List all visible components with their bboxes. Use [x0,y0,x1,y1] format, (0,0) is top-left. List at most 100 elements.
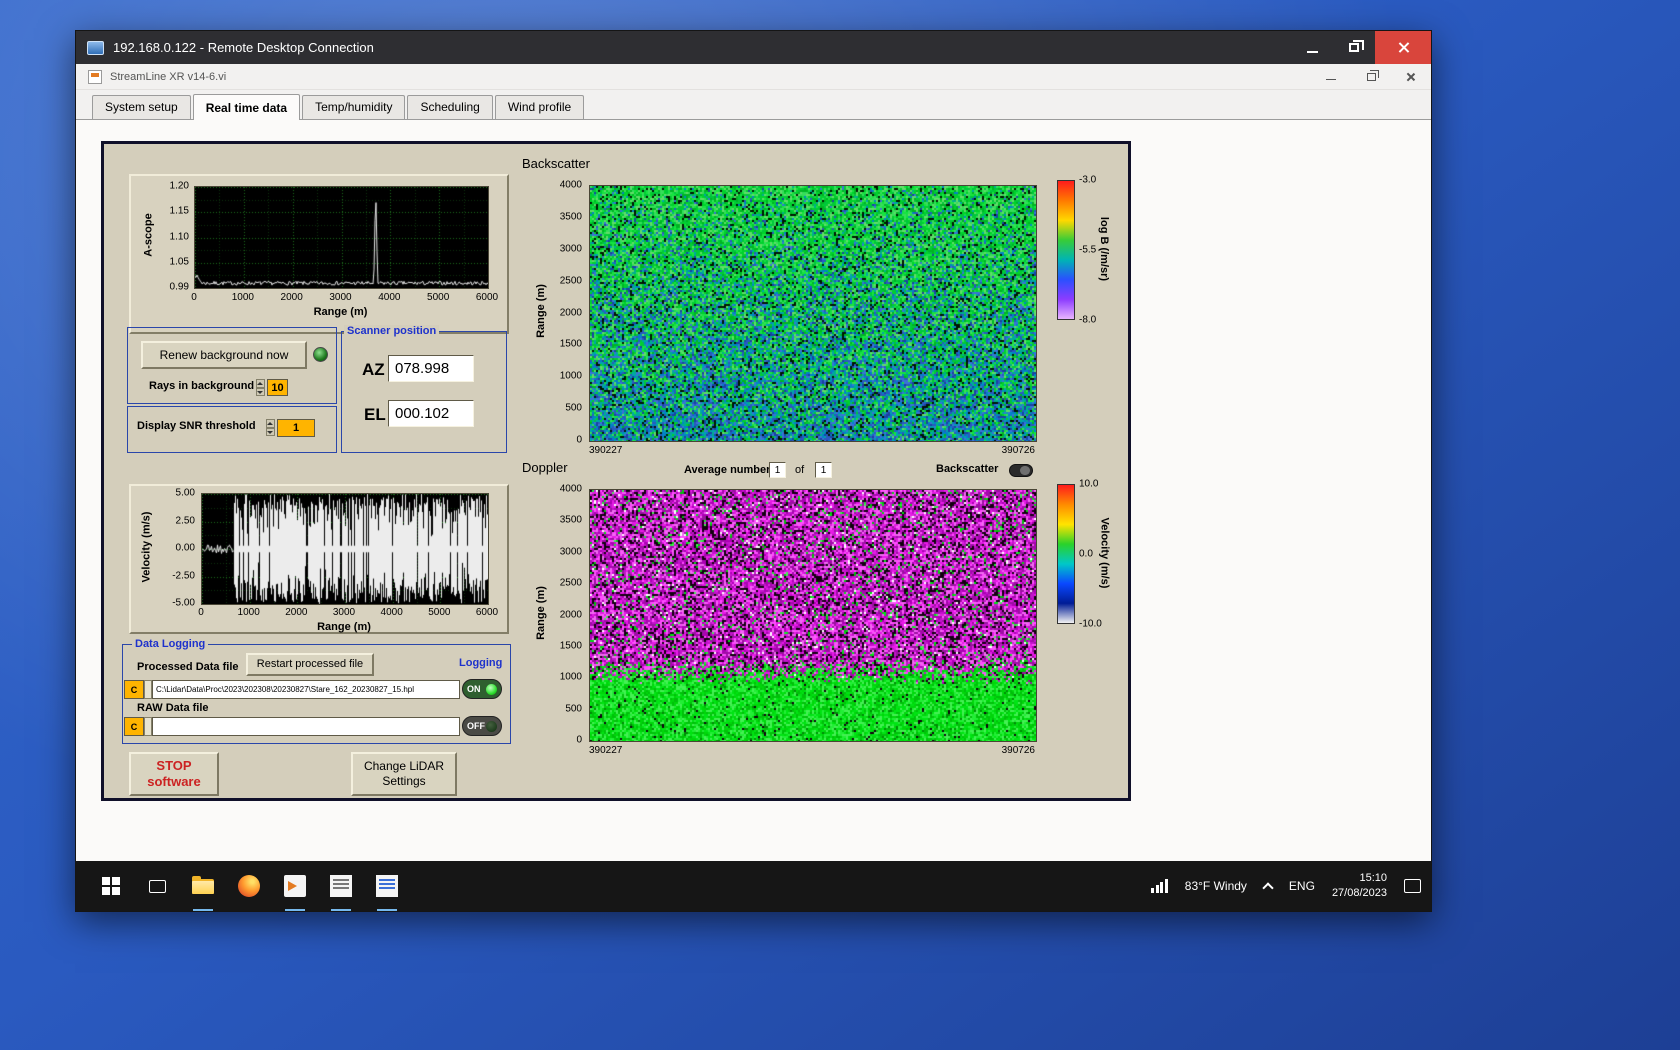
rays-in-background-label: Rays in background [149,380,255,392]
system-tray: 83°F Windy ENG 15:10 27/08/2023 [1151,861,1421,911]
logging-label: Logging [459,657,503,669]
tab-real-time-data[interactable]: Real time data [192,94,301,120]
rdp-restore-button[interactable] [1333,31,1375,64]
backscatter-toggle-switch[interactable] [1009,464,1033,477]
tab-strip: System setup Real time data Temp/humidit… [76,90,1431,120]
app-restore-button[interactable] [1351,64,1391,89]
app-minimize-button[interactable] [1311,64,1351,89]
doppler-colorbar-label: Velocity (m/s) [1098,517,1111,589]
doppler-ylabel: Range (m) [534,586,547,640]
restart-processed-file-label: Restart processed file [256,657,364,670]
average-number-label: Average number [684,464,771,476]
velocity-xlabel: Range (m) [317,621,371,633]
average-of-label: of [795,464,805,476]
a-scope-plot [194,186,489,289]
windows-logo-icon [102,877,120,895]
start-button[interactable] [88,861,134,911]
velocity-ylabel: Velocity (m/s) [140,511,153,583]
raw-path-field[interactable] [152,717,460,736]
scanner-position-title: Scanner position [344,325,440,337]
rdp-window: 192.168.0.122 - Remote Desktop Connectio… [75,30,1432,912]
doppler-title: Doppler [522,460,568,475]
change-line2: Settings [382,774,426,788]
app-close-button[interactable] [1391,64,1431,89]
tab-temp-humidity[interactable]: Temp/humidity [302,95,406,119]
language-indicator[interactable]: ENG [1289,879,1315,893]
folder-icon [192,875,214,894]
app-titlebar[interactable]: StreamLine XR v14-6.vi [76,64,1431,90]
backscatter-x-end: 390726 [1001,445,1035,456]
stop-software-button[interactable]: STOP software [129,752,219,796]
processed-path-field[interactable]: C:\Lidar\Data\Proc\2023\202308\20230827\… [152,680,460,699]
snr-spinner[interactable] [266,419,275,436]
velocity-graph: Velocity (m/s) 5.00 2.50 0.00 -2.50 -5.00 01… [129,484,509,634]
close-icon [1406,72,1416,82]
backscatter-x-start: 390227 [589,445,623,456]
clock-date: 27/08/2023 [1331,887,1387,899]
backscatter-ylabel: Range (m) [534,284,547,338]
processed-drive-selector[interactable]: C [124,680,144,699]
processed-logging-toggle[interactable]: ON [462,679,502,699]
doppler-x-end: 390726 [1001,745,1035,756]
raw-path-spinner[interactable] [144,717,152,736]
a-scope-graph: A-scope 1.20 1.15 1.10 1.05 0.99 0 1000 2000 30… [129,174,509,334]
snr-value-field[interactable]: 1 [277,419,315,437]
minimize-icon [1306,50,1318,53]
clock[interactable]: 15:10 27/08/2023 [1332,871,1387,901]
average-number-field[interactable]: 1 [769,462,786,478]
a-scope-xtick-labels: 0 1000 2000 3000 4000 5000 6000 [191,292,499,303]
rdp-titlebar[interactable]: 192.168.0.122 - Remote Desktop Connectio… [76,31,1431,64]
rays-value-field[interactable]: 10 [267,379,288,396]
backscatter-title: Backscatter [522,156,590,171]
scan-scheduler-button[interactable] [318,861,364,911]
el-label: EL [364,405,386,424]
average-total-field[interactable]: 1 [815,462,832,478]
velocity-ytick-labels: 5.00 2.50 0.00 -2.50 -5.00 [172,487,195,609]
app-client-area: A-scope 1.20 1.15 1.10 1.05 0.99 0 1000 2000 30… [76,120,1431,861]
weather-status[interactable]: 83°F Windy [1185,879,1247,893]
tray-expand-icon[interactable] [1262,882,1274,894]
tab-wind-profile[interactable]: Wind profile [494,95,585,119]
processed-logging-state: ON [467,684,481,694]
processed-data-file-label: Processed Data file [137,661,239,673]
velocity-xtick-labels: 0 1000 2000 3000 4000 5000 6000 [198,607,499,618]
doppler-xaxis: 390227 390726 [589,745,1035,756]
notepad-app-button[interactable] [364,861,410,911]
renew-background-button[interactable]: Renew background now [141,341,307,369]
raw-drive-selector[interactable]: C [124,717,144,736]
firefox-button[interactable] [226,861,272,911]
doppler-ytick-labels: 4000 3500 3000 2500 2000 1500 1000 500 0 [559,483,582,746]
processed-path-spinner[interactable] [144,680,152,699]
network-icon[interactable] [1151,879,1168,893]
renew-background-label: Renew background now [159,347,289,362]
rays-spinner[interactable] [256,379,265,396]
tab-system-setup[interactable]: System setup [92,95,191,119]
stop-line1: STOP [156,757,192,773]
snr-threshold-label: Display SNR threshold [137,420,256,432]
rdp-minimize-button[interactable] [1291,31,1333,64]
task-view-button[interactable] [134,861,180,911]
backscatter-heatmap [589,185,1037,442]
file-explorer-button[interactable] [180,861,226,911]
labview-app-button[interactable] [272,861,318,911]
doppler-heatmap [589,489,1037,742]
backscatter-ytick-labels: 4000 3500 3000 2500 2000 1500 1000 500 0 [559,179,582,446]
doppler-x-start: 390227 [589,745,623,756]
rdp-close-button[interactable] [1375,31,1431,64]
notification-center-icon[interactable] [1404,879,1421,893]
backscatter-xaxis: 390227 390726 [589,445,1035,456]
a-scope-xlabel: Range (m) [313,306,368,318]
clock-time: 15:10 [1359,872,1387,885]
raw-data-file-label: RAW Data file [137,702,209,714]
az-label: AZ [362,360,385,379]
change-lidar-settings-button[interactable]: Change LiDAR Settings [351,752,457,796]
scan-scheduler-icon [330,875,352,897]
restart-processed-file-button[interactable]: Restart processed file [246,653,374,676]
document-icon [376,875,398,897]
backscatter-colorbar [1057,180,1075,320]
restore-icon [1349,40,1364,52]
rdp-icon [87,40,104,55]
raw-logging-toggle[interactable]: OFF [462,716,502,736]
tab-scheduling[interactable]: Scheduling [407,95,493,119]
az-value: 078.998 [388,355,474,382]
